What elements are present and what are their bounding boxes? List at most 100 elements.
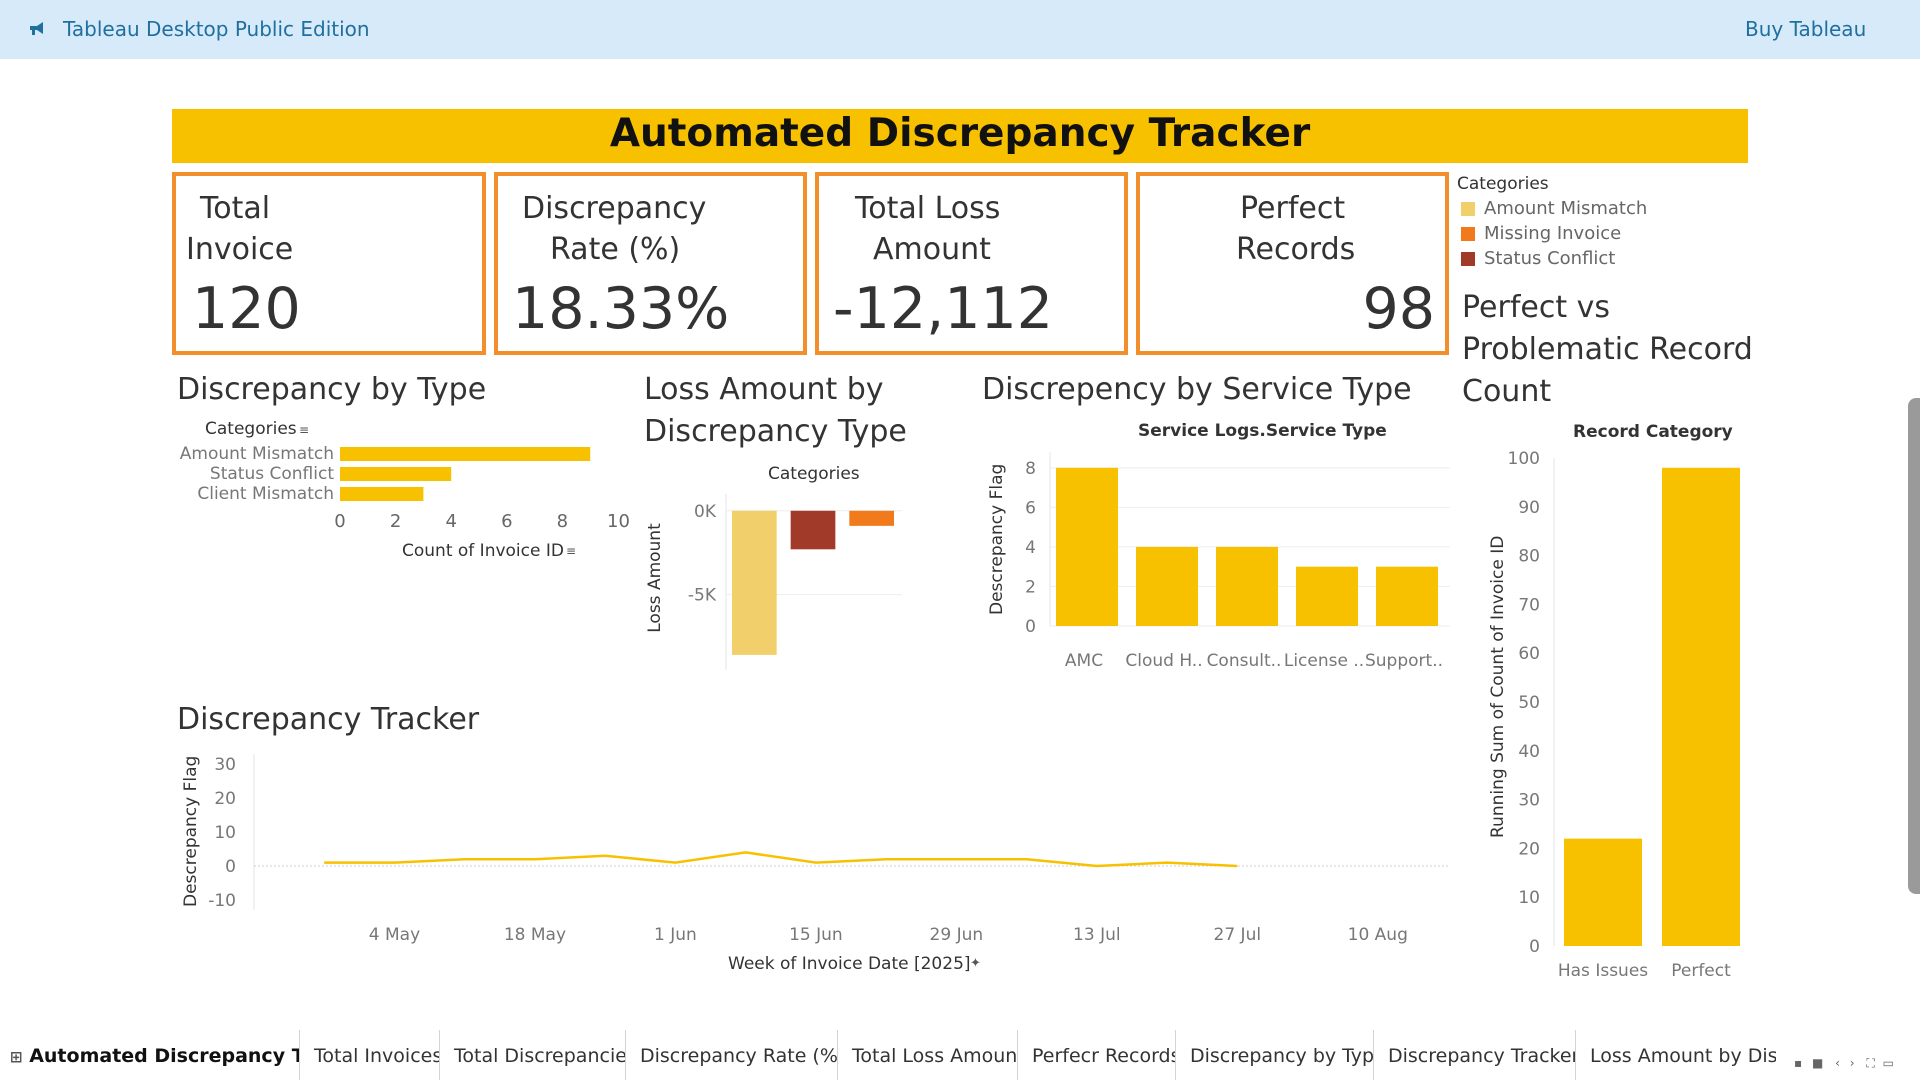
y-tick-label: 2 [1025,577,1036,597]
sheet-title-perfect: Count [1462,374,1552,409]
filmstrip-icon[interactable]: ▪ [1794,1056,1802,1070]
legend-swatch [1461,227,1475,241]
pin-icon[interactable]: ✦ [970,956,981,971]
bar [340,467,452,481]
y-tick-label: 20 [214,789,236,809]
bar-area: 0K-5KAmo..Statu..Missi.. [688,494,902,670]
x-tick-label: Support.. [1365,651,1443,671]
kpi-label: Total Loss [855,191,1001,226]
legend-label: Missing Invoice [1484,223,1622,244]
column-header: Record Category [1573,422,1733,442]
tab-discrepancy-by-type[interactable]: Discrepancy by Type [1176,1030,1374,1080]
bar-area: 0 2 4 6 8 AMC Cloud H.. Consult.. License .. Supp… [1025,452,1450,671]
bar [1216,546,1278,626]
y-tick-label: 0K [694,502,717,522]
sheet-title-tracker: Discrepancy Tracker [177,702,480,737]
sheet-title-perfect: Problematic Record [1462,332,1753,367]
x-tick-label: 10 [607,511,630,532]
legend-title: Categories [1457,174,1549,194]
x-axis-title: Count of Invoice ID [402,541,564,561]
kpi-label: Invoice [186,232,294,267]
x-tick-label: 2 [389,511,402,532]
x-tick-label: License .. [1284,651,1364,671]
legend-swatch [1461,252,1475,266]
kpi-label: Perfect [1240,191,1346,226]
tab-total-discrepancies[interactable]: Total Discrepancies [440,1030,626,1080]
y-tick-label: -5K [688,586,717,606]
tab-label: Automated Discrepancy Tra... [29,1045,299,1067]
chart-service-type: Service Logs.Service Type Descrepancy Fl… [980,418,1460,678]
x-tick-label: Has Issues [1558,961,1648,981]
kpi-perfect-records[interactable]: Perfect Records 98 [1136,172,1449,355]
legend-swatch [1461,202,1475,216]
y-tick-label: 0 [1025,617,1036,637]
kpi-discrepancy-rate[interactable]: Discrepancy Rate (%) 18.33% [494,172,807,355]
sort-icon[interactable]: ≡ [566,544,576,558]
x-tick-label: 29 Jun [930,925,984,945]
y-tick-label: 50 [1518,693,1540,713]
bar [1662,467,1740,946]
bar [340,447,591,461]
x-tick-label: 8 [556,511,569,532]
tab-perfecr-records[interactable]: Perfecr Records [1018,1030,1176,1080]
x-tick-label: Consult.. [1207,651,1282,671]
category-label: Client Mismatch [197,484,334,504]
tab-discrepancy-rate[interactable]: Discrepancy Rate (%) [626,1030,838,1080]
kpi-value: -12,112 [833,276,1054,342]
fullscreen-icon[interactable]: ⛶ [1866,1056,1874,1070]
y-tick-label: 30 [1518,791,1540,811]
y-tick-label: 100 [1508,449,1540,469]
y-tick-label: 60 [1518,644,1540,664]
chart-discrepancy-by-type: Categories ≡ Amount Mismatch Status Confl… [170,415,640,565]
buy-tableau-link[interactable]: Buy Tableau [1745,17,1866,41]
x-tick-label: 4 [445,511,457,532]
sort-icon[interactable]: ≡ [299,423,309,437]
tab-discrepancy-tracker[interactable]: Discrepancy Tracker [1374,1030,1576,1080]
chart-perfect-vs-problematic: Record Category Running Sum of Count of … [1460,418,1760,981]
tab-total-invoices[interactable]: Total Invoices [300,1030,440,1080]
row-header: Categories [205,419,297,439]
legend-label: Amount Mismatch [1484,198,1648,219]
sheet-title-service: Discrepency by Service Type [982,372,1412,407]
vertical-scrollbar[interactable] [1908,398,1920,894]
x-tick-label: 10 Aug [1348,925,1408,945]
category-label: Amount Mismatch [180,444,334,464]
y-tick-label: 40 [1518,742,1540,762]
x-tick-label: 1 Jun [654,925,697,945]
x-tick-label: Perfect [1671,961,1731,981]
sheet-title-by-type: Discrepancy by Type [177,372,487,407]
tile-icon[interactable]: ■ [1812,1056,1823,1070]
x-tick-label: Cloud H.. [1125,651,1202,671]
bar [1056,467,1118,626]
x-tick-label: AMC [1065,651,1103,671]
x-tick-label: 4 May [369,925,420,945]
kpi-label: Discrepancy [522,191,707,226]
y-tick-label: 0 [225,857,236,877]
series-line [324,851,1238,868]
y-tick-label: 70 [1518,595,1540,615]
tab-automated-discrepancy-tracker[interactable]: ⊞ Automated Discrepancy Tra... [0,1030,300,1080]
kpi-value: 18.33% [512,276,730,342]
present-icon[interactable]: ▭ [1883,1056,1894,1070]
grid-icon: ⊞ [10,1048,23,1066]
kpi-total-loss[interactable]: Total Loss Amount -12,112 [815,172,1128,355]
legend-label: Status Conflict [1484,248,1616,269]
megaphone-icon [30,22,43,35]
y-tick-label: 90 [1518,498,1540,518]
column-header: Service Logs.Service Type [1138,421,1387,441]
prev-tab-icon[interactable]: ‹ [1835,1056,1840,1070]
x-axis: 0 2 4 6 8 10 [170,511,640,541]
bar [1296,566,1358,626]
kpi-total-invoice[interactable]: Total Invoice 120 [172,172,486,355]
kpi-label: Total [200,191,271,226]
tab-loss-amount-by-discrep[interactable]: Loss Amount by Discrep [1576,1030,1776,1080]
sheet-title-perfect: Perfect vs [1462,290,1611,325]
tab-total-loss-amount[interactable]: Total Loss Amount [838,1030,1018,1080]
next-tab-icon[interactable]: › [1850,1056,1855,1070]
kpi-value: 120 [192,276,301,342]
bar [1564,838,1642,946]
y-tick-label: -10 [208,891,236,911]
category-label: Status Conflict [210,464,334,484]
bar [790,510,836,550]
bar [340,487,424,501]
